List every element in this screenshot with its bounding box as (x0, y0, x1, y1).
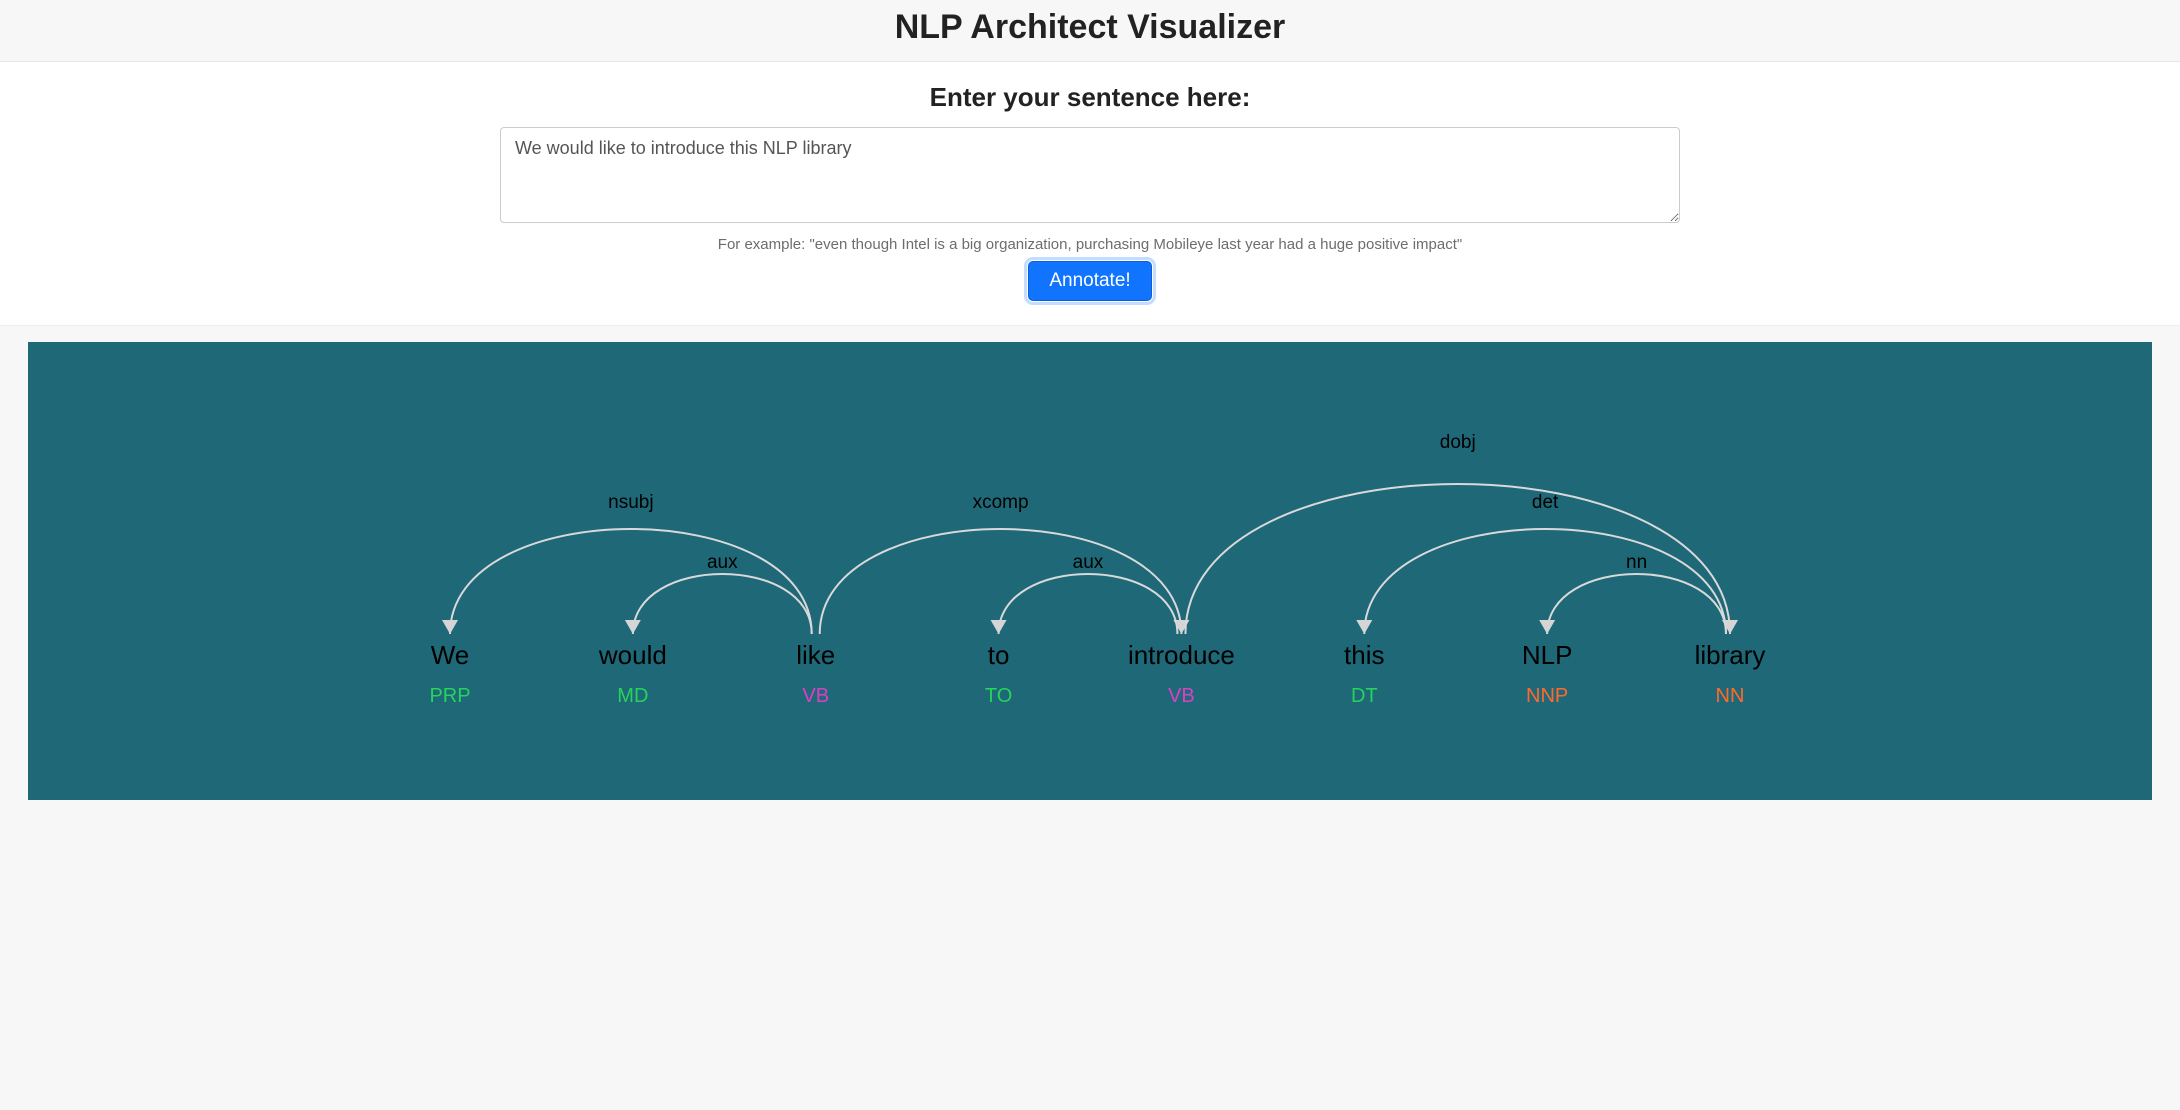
page-title: NLP Architect Visualizer (0, 8, 2180, 47)
dependency-arc (999, 574, 1178, 634)
arc-arrowhead-icon (1539, 620, 1555, 634)
dependency-arc-label: dobj (1440, 432, 1476, 453)
token-pos-tag: TO (985, 685, 1012, 707)
input-prompt-label: Enter your sentence here: (0, 82, 2180, 113)
dependency-arc (1364, 529, 1726, 634)
arc-arrowhead-icon (442, 620, 458, 634)
dependency-svg: nsubj aux xcomp aux dobj det nn We PRP would MD lik… (360, 354, 1820, 754)
token-word: to (988, 640, 1010, 670)
dependency-arc (1547, 574, 1726, 634)
dependency-arc-label: nsubj (608, 492, 653, 513)
dependency-arc-label: aux (707, 552, 738, 573)
token-word: We (431, 640, 470, 670)
token-word: like (796, 640, 835, 670)
dependency-arc-label: nn (1626, 552, 1647, 573)
dependency-arc (1185, 484, 1730, 634)
token-pos-tag: PRP (429, 685, 470, 707)
dependency-arc (633, 574, 812, 634)
token-pos-tag: MD (617, 685, 648, 707)
dependency-arc-label: det (1532, 492, 1559, 513)
arc-arrowhead-icon (991, 620, 1007, 634)
annotate-button[interactable]: Annotate! (1028, 261, 1151, 301)
example-hint-text: For example: "even though Intel is a big… (0, 236, 2180, 253)
token-pos-tag: NNP (1526, 685, 1568, 707)
token-word: this (1344, 640, 1384, 670)
token-pos-tag: DT (1351, 685, 1378, 707)
input-section: Enter your sentence here: For example: "… (0, 62, 2180, 326)
visualization-container: nsubj aux xcomp aux dobj det nn We PRP would MD lik… (0, 326, 2180, 828)
dependency-visualization: nsubj aux xcomp aux dobj det nn We PRP would MD lik… (28, 342, 2152, 800)
token-pos-tag: VB (802, 685, 829, 707)
dependency-arc-label: xcomp (973, 492, 1029, 513)
header: NLP Architect Visualizer (0, 0, 2180, 62)
token-word: would (598, 640, 667, 670)
token-word: introduce (1128, 640, 1235, 670)
token-pos-tag: NN (1716, 685, 1745, 707)
token-word: library (1695, 640, 1766, 670)
sentence-input[interactable] (500, 127, 1680, 223)
token-pos-tag: VB (1168, 685, 1195, 707)
dependency-arc-label: aux (1073, 552, 1104, 573)
arc-arrowhead-icon (625, 620, 641, 634)
token-word: NLP (1522, 640, 1573, 670)
dependency-arc (450, 529, 812, 634)
arc-arrowhead-icon (1356, 620, 1372, 634)
